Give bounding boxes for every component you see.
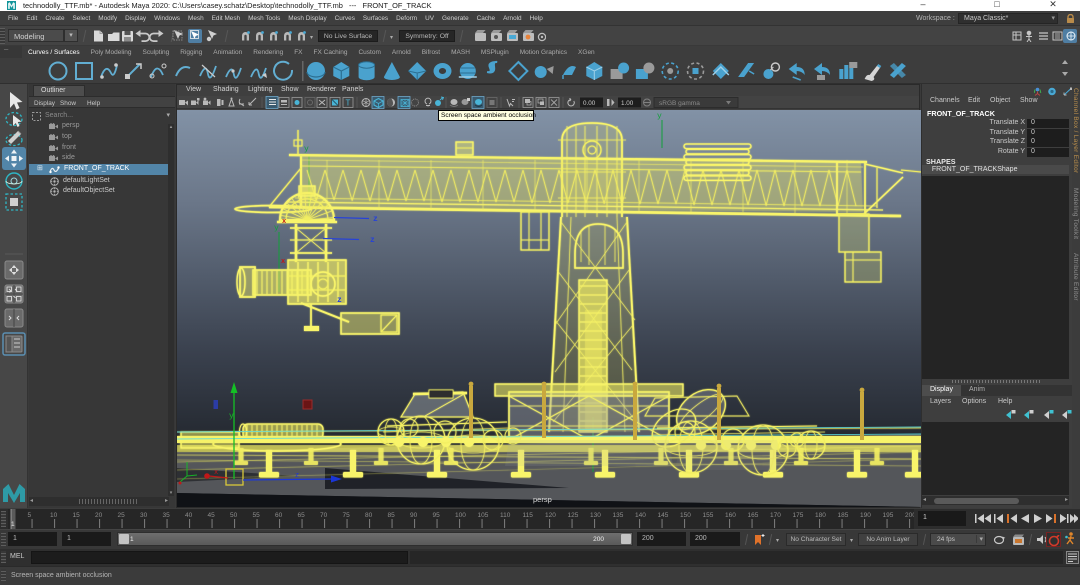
svg-text:195: 195 bbox=[883, 512, 894, 519]
svg-text:T: T bbox=[346, 99, 351, 108]
svg-text:115: 115 bbox=[523, 512, 534, 519]
svg-text:180: 180 bbox=[815, 512, 826, 519]
svg-text:5: 5 bbox=[28, 512, 32, 519]
svg-text:140: 140 bbox=[635, 512, 646, 519]
svg-text:y: y bbox=[274, 224, 279, 233]
svg-text:125: 125 bbox=[568, 512, 579, 519]
svg-text:170: 170 bbox=[770, 512, 781, 519]
svg-text:80: 80 bbox=[365, 512, 373, 519]
svg-text:70: 70 bbox=[320, 512, 328, 519]
svg-text:sRGB gamma: sRGB gamma bbox=[659, 100, 700, 107]
svg-text:persp: persp bbox=[533, 495, 552, 504]
svg-text:1: 1 bbox=[11, 521, 15, 528]
svg-text:z: z bbox=[295, 472, 299, 480]
svg-text:165: 165 bbox=[748, 512, 759, 519]
svg-text:z: z bbox=[373, 215, 378, 224]
svg-text:90: 90 bbox=[410, 512, 418, 519]
svg-text:25: 25 bbox=[118, 512, 126, 519]
svg-text:135: 135 bbox=[613, 512, 624, 519]
svg-text:y: y bbox=[229, 412, 234, 421]
svg-text:45: 45 bbox=[208, 512, 216, 519]
svg-text:155: 155 bbox=[703, 512, 714, 519]
svg-text:1.00: 1.00 bbox=[621, 100, 634, 107]
svg-text:0.00: 0.00 bbox=[583, 100, 596, 107]
svg-text:160: 160 bbox=[725, 512, 736, 519]
svg-text:75: 75 bbox=[343, 512, 351, 519]
svg-text:130: 130 bbox=[590, 512, 601, 519]
svg-text:185: 185 bbox=[838, 512, 849, 519]
svg-text:x: x bbox=[214, 469, 218, 477]
svg-text:95: 95 bbox=[433, 512, 441, 519]
svg-text:150: 150 bbox=[680, 512, 691, 519]
svg-text:55: 55 bbox=[253, 512, 261, 519]
svg-text:z: z bbox=[337, 296, 342, 305]
svg-text:200: 200 bbox=[905, 512, 914, 519]
svg-text:60: 60 bbox=[275, 512, 283, 519]
svg-text:y: y bbox=[657, 112, 662, 121]
svg-text:65: 65 bbox=[298, 512, 306, 519]
svg-text:20: 20 bbox=[95, 512, 103, 519]
svg-text:145: 145 bbox=[658, 512, 669, 519]
svg-text:30: 30 bbox=[140, 512, 148, 519]
svg-text:85: 85 bbox=[388, 512, 396, 519]
svg-text:105: 105 bbox=[478, 512, 489, 519]
svg-text:190: 190 bbox=[860, 512, 871, 519]
svg-text:15: 15 bbox=[73, 512, 81, 519]
svg-text:35: 35 bbox=[163, 512, 171, 519]
svg-text:z: z bbox=[370, 236, 375, 245]
svg-text:175: 175 bbox=[793, 512, 804, 519]
svg-text:100: 100 bbox=[455, 512, 466, 519]
svg-text:40: 40 bbox=[185, 512, 193, 519]
svg-text:10: 10 bbox=[50, 512, 58, 519]
svg-text:110: 110 bbox=[500, 512, 511, 519]
svg-text:120: 120 bbox=[545, 512, 556, 519]
svg-text:y: y bbox=[304, 145, 309, 154]
svg-text:50: 50 bbox=[230, 512, 238, 519]
